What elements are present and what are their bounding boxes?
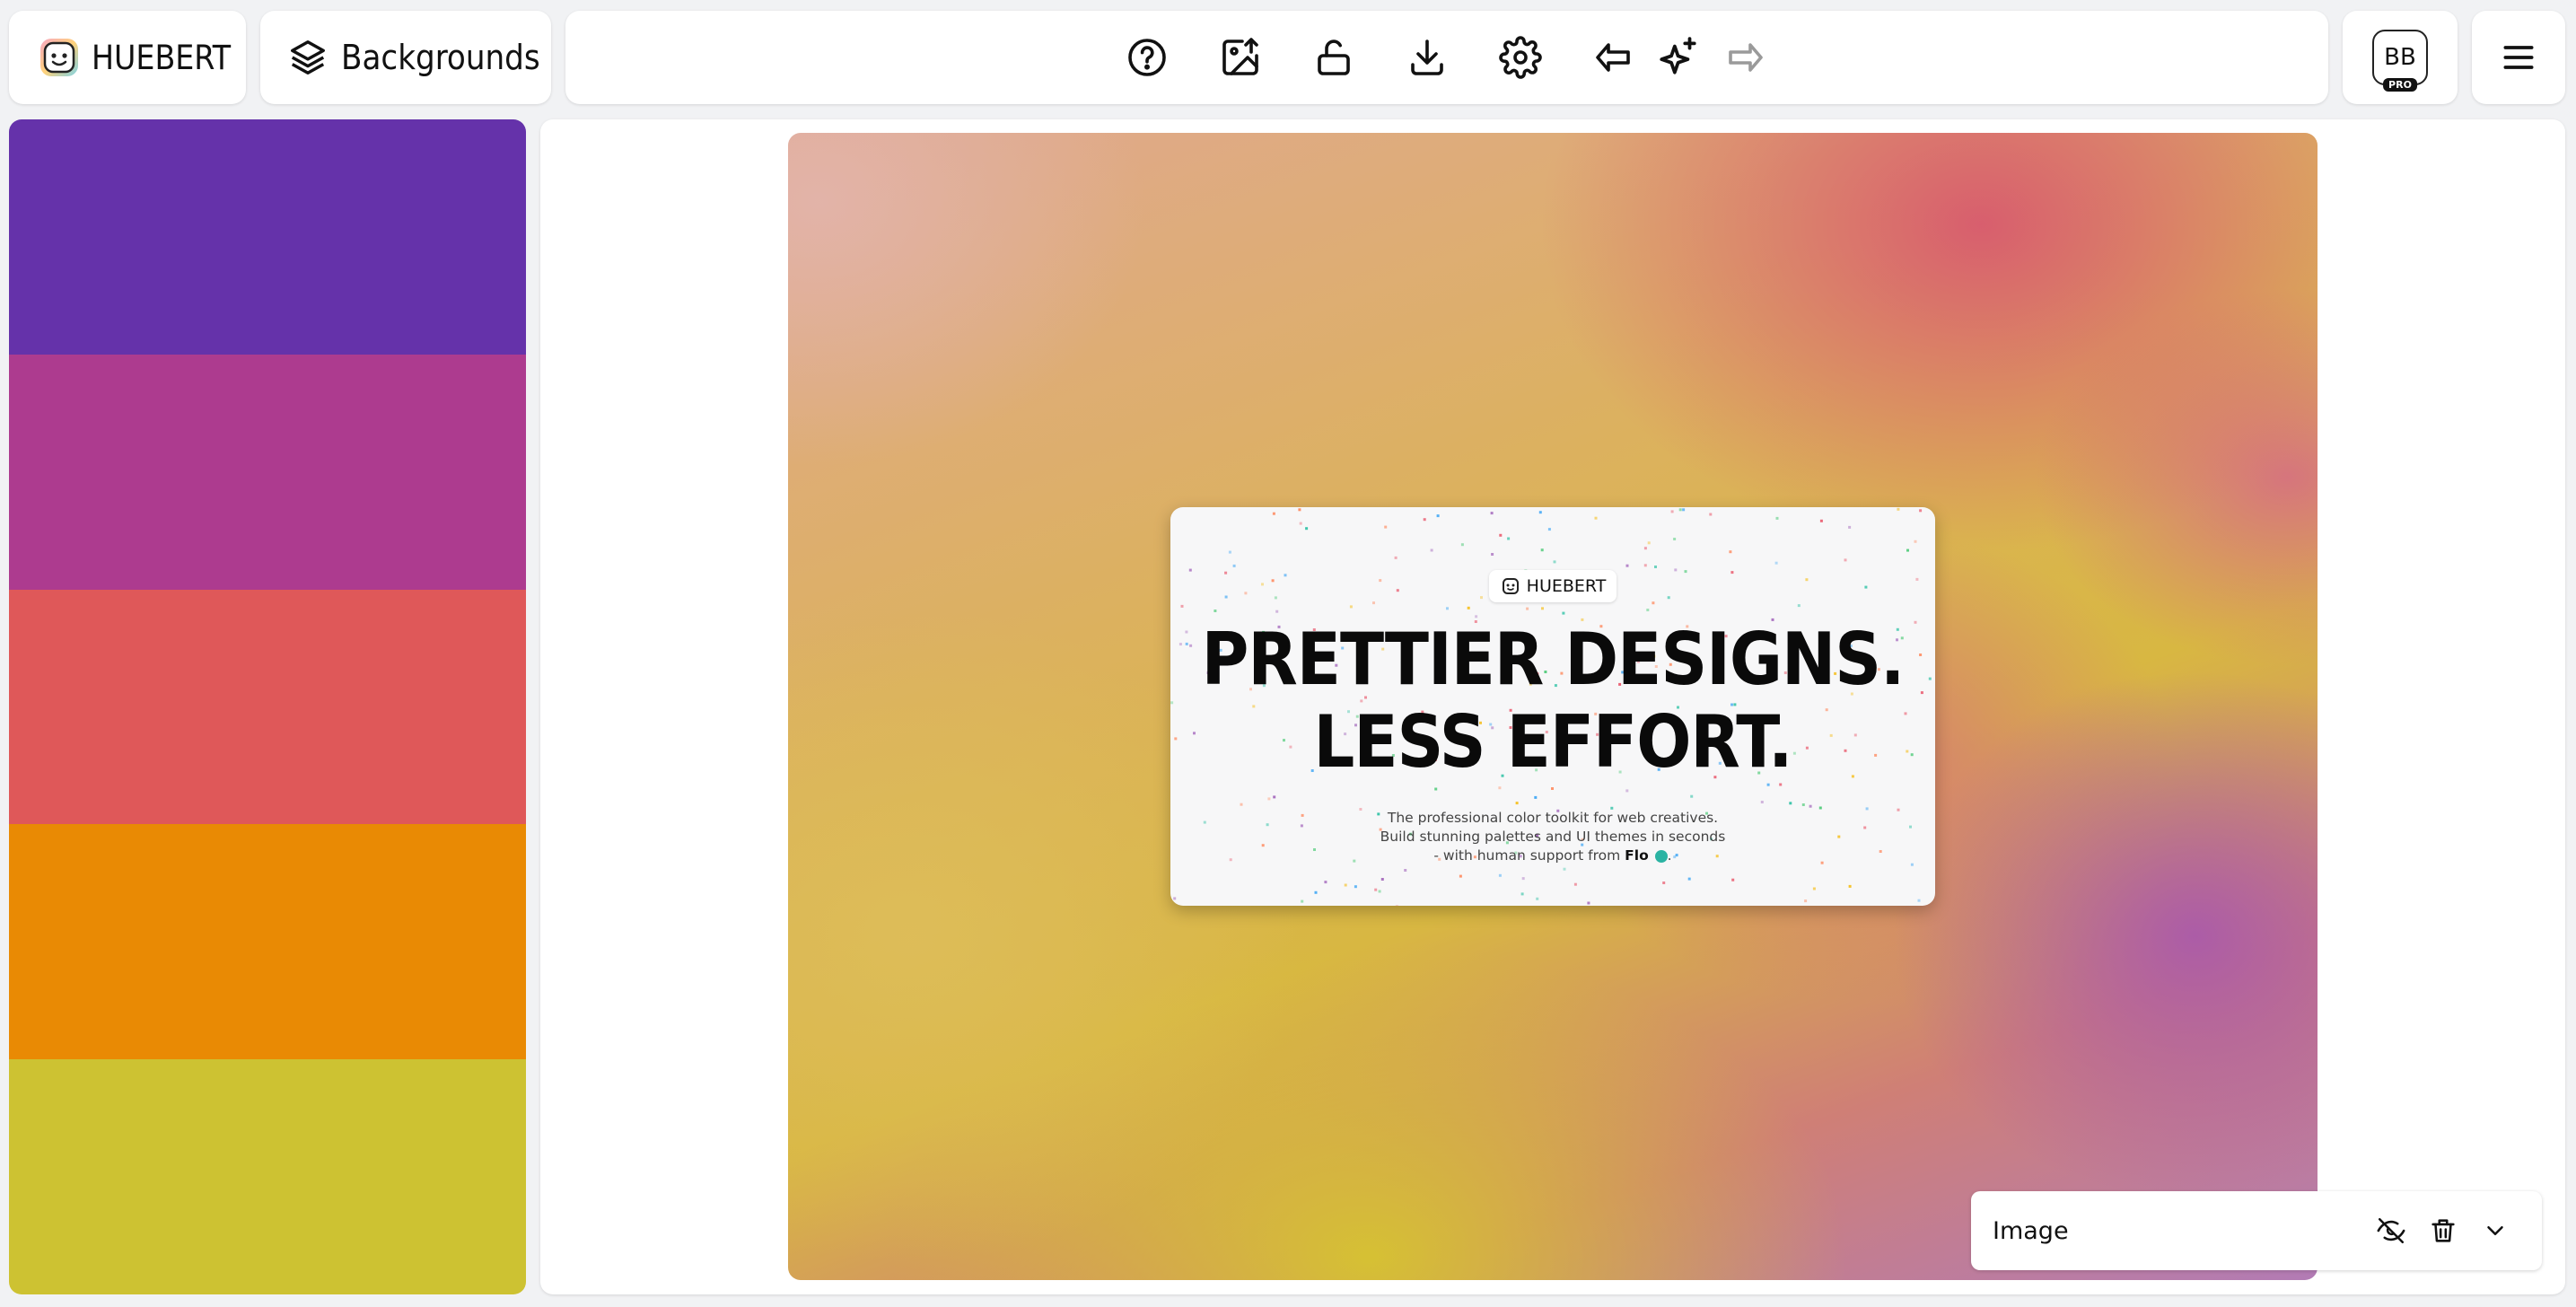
preview-brand-badge: HUEBERT bbox=[1488, 570, 1617, 602]
ai-magic-button[interactable] bbox=[1653, 32, 1704, 83]
toolbar bbox=[565, 11, 2328, 104]
toggle-visibility-button[interactable] bbox=[2371, 1211, 2411, 1250]
subtitle-line-3-prefix: - with human support from bbox=[1433, 847, 1621, 864]
avatar-initials: BB bbox=[2384, 44, 2416, 71]
subtitle-line-3: - with human support from Flo . bbox=[1170, 846, 1935, 865]
palette-swatch-4[interactable] bbox=[9, 824, 526, 1060]
backgrounds-label: Backgrounds bbox=[341, 38, 540, 77]
trash-icon bbox=[2431, 1219, 2455, 1242]
delete-layer-button[interactable] bbox=[2423, 1211, 2463, 1250]
brand-name: HUEBERT bbox=[92, 38, 232, 77]
palette-swatch-5[interactable] bbox=[9, 1059, 526, 1294]
redo-icon bbox=[1729, 43, 1763, 72]
palette-swatch-3[interactable] bbox=[9, 589, 526, 825]
undo-button[interactable] bbox=[1589, 32, 1639, 83]
preview-headline: PRETTIER DESIGNS. LESS EFFORT. bbox=[1170, 618, 1935, 784]
download-button[interactable] bbox=[1402, 32, 1452, 83]
redo-button[interactable] bbox=[1720, 32, 1770, 83]
download-icon bbox=[1411, 39, 1443, 75]
palette-panel bbox=[9, 119, 526, 1294]
menu-button[interactable] bbox=[2472, 11, 2565, 104]
subtitle-line-3-suffix: . bbox=[1667, 847, 1672, 864]
preview-subtitle: The professional color toolkit for web c… bbox=[1170, 809, 1935, 865]
hamburger-menu-icon bbox=[2503, 46, 2534, 69]
account-button[interactable]: BB PRO bbox=[2343, 11, 2458, 104]
sparkles-icon bbox=[1660, 37, 1696, 75]
eye-off-icon bbox=[2377, 1217, 2405, 1244]
huebert-logo-icon bbox=[40, 39, 78, 76]
flo-avatar-icon bbox=[1654, 849, 1668, 863]
logo-card[interactable]: HUEBERT bbox=[9, 11, 246, 104]
upload-image-icon bbox=[1222, 38, 1258, 75]
huebert-logo-icon bbox=[1502, 578, 1519, 594]
layer-label: Image bbox=[1993, 1216, 2069, 1245]
backgrounds-button[interactable]: Backgrounds bbox=[260, 11, 551, 104]
undo-icon bbox=[1596, 43, 1630, 72]
layers-icon bbox=[291, 40, 325, 75]
settings-icon bbox=[1499, 36, 1542, 79]
upload-image-button[interactable] bbox=[1215, 32, 1266, 83]
settings-button[interactable] bbox=[1495, 32, 1546, 83]
chevron-down-icon bbox=[2487, 1226, 2503, 1235]
help-button[interactable] bbox=[1122, 32, 1172, 83]
avatar: BB PRO bbox=[2372, 30, 2428, 92]
subtitle-line-1: The professional color toolkit for web c… bbox=[1387, 810, 1719, 826]
preview-brand-name: HUEBERT bbox=[1526, 576, 1607, 596]
subtitle-line-2: Build stunning palettes and UI themes in… bbox=[1380, 829, 1726, 845]
unlock-button[interactable] bbox=[1309, 32, 1359, 83]
unlock-icon bbox=[1318, 39, 1350, 75]
flo-name: Flo bbox=[1625, 847, 1649, 864]
layer-panel: Image bbox=[1971, 1191, 2542, 1270]
headline-line-1: PRETTIER DESIGNS. bbox=[1201, 618, 1906, 701]
preview-card[interactable]: HUEBERT PRETTIER DESIGNS. LESS EFFORT. T… bbox=[1170, 507, 1935, 906]
help-icon bbox=[1128, 39, 1166, 76]
expand-layer-button[interactable] bbox=[2475, 1211, 2515, 1250]
headline-line-2: LESS EFFORT. bbox=[1313, 700, 1793, 784]
palette-swatch-2[interactable] bbox=[9, 354, 526, 590]
palette-swatch-1[interactable] bbox=[9, 119, 526, 355]
pro-badge: PRO bbox=[2383, 78, 2417, 92]
